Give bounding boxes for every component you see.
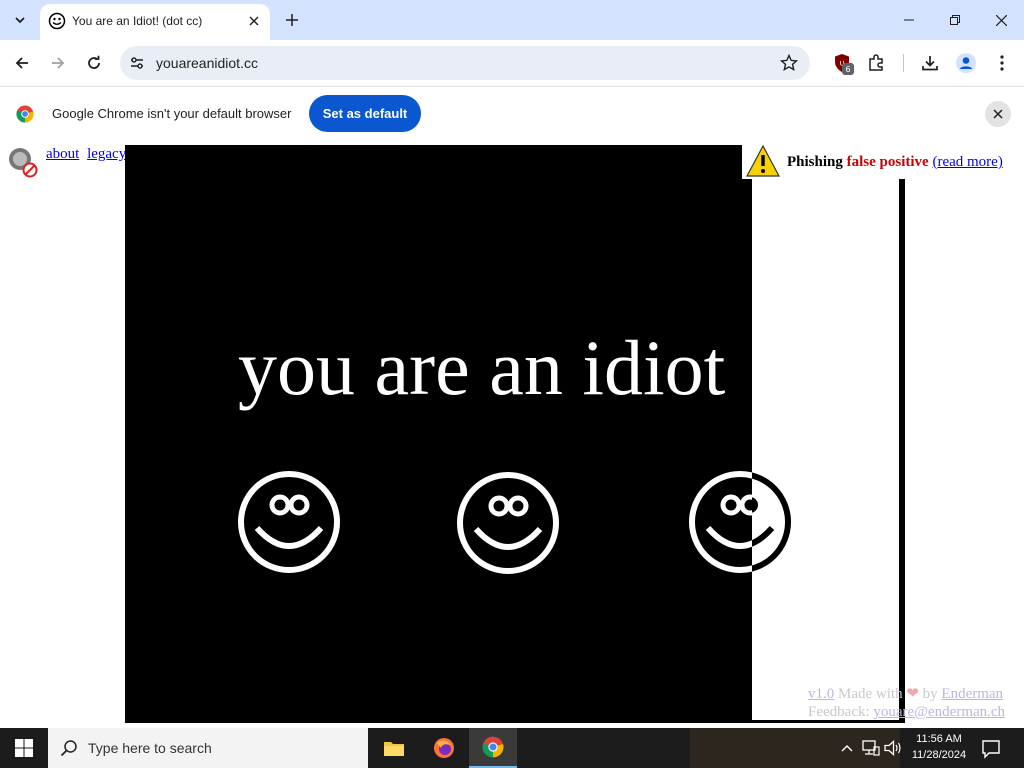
tab-active[interactable]: You are an Idiot! (dot cc) (40, 4, 270, 40)
bookmark-star-icon[interactable] (780, 54, 798, 72)
author-link[interactable]: Enderman (941, 686, 1003, 702)
smiley-face-icon (238, 471, 340, 573)
volume-button[interactable] (883, 738, 903, 758)
toolbar-separator (903, 54, 904, 72)
version-link[interactable]: v1.0 (808, 686, 834, 702)
clock-time: 11:56 AM (916, 733, 962, 745)
close-icon (249, 16, 259, 26)
heart-icon: ❤ (906, 686, 919, 702)
start-button[interactable] (0, 728, 48, 768)
extensions-button[interactable] (864, 51, 888, 75)
forward-button[interactable] (46, 51, 70, 75)
tab-title: You are an Idiot! (dot cc) (72, 14, 203, 28)
close-icon (993, 109, 1003, 119)
default-browser-infobar: Google Chrome isn't your default browser… (0, 86, 1024, 141)
credit-footer: v1.0 Made with ❤ by Enderman Feedback: y… (808, 685, 1005, 721)
feedback-label: Feedback: (808, 704, 870, 720)
tune-icon (131, 57, 143, 69)
firefox-taskbar-button[interactable] (420, 728, 468, 768)
minimize-icon (904, 19, 914, 21)
smiley-face-icon (689, 471, 791, 573)
ublock-extension-button[interactable]: u 6 (830, 51, 854, 75)
windows-taskbar: Type here to search 11:56 AM 11/28/2024 (0, 728, 1024, 768)
url-text: youareanidiot.cc (156, 55, 258, 71)
site-info-button[interactable] (128, 54, 146, 72)
phishing-label: Phishing (787, 154, 843, 170)
feedback-email-link[interactable]: youare@enderman.ch (873, 704, 1005, 720)
warning-icon (746, 145, 780, 177)
browser-toolbar: youareanidiot.cc u 6 (0, 40, 1024, 86)
clock-date: 11/28/2024 (911, 749, 967, 761)
notification-icon[interactable] (980, 738, 1002, 760)
speaker-icon (884, 740, 901, 756)
chevron-down-icon (15, 17, 25, 24)
avatar-icon (956, 53, 976, 73)
kebab-menu-icon (1000, 55, 1004, 71)
arrow-left-icon (15, 57, 28, 69)
headline: you are an idiot (238, 324, 726, 411)
windows-logo-icon (15, 739, 33, 757)
tray-overflow-button[interactable] (837, 738, 857, 758)
restore-button[interactable] (932, 4, 978, 36)
minimize-button[interactable] (886, 4, 932, 36)
false-positive-label: false positive (846, 154, 929, 170)
smiley-favicon-icon (48, 12, 66, 30)
infobar-close-button[interactable] (985, 101, 1011, 127)
search-placeholder: Type here to search (88, 740, 212, 756)
popup-window-edge (899, 178, 905, 723)
profile-button[interactable] (954, 51, 978, 75)
site-logo-icon (9, 148, 38, 178)
close-icon (995, 14, 1007, 26)
legacy-link[interactable]: legacy (87, 146, 126, 162)
download-icon (922, 56, 938, 71)
read-more-link[interactable]: (read more) (932, 154, 1002, 170)
popup-window-black (125, 145, 752, 723)
downloads-button[interactable] (918, 51, 942, 75)
puzzle-icon (869, 54, 883, 71)
smiley-face-icon (457, 472, 559, 574)
new-tab-button[interactable] (280, 8, 304, 32)
back-button[interactable] (10, 51, 34, 75)
folder-icon (384, 742, 404, 756)
search-icon (60, 740, 77, 757)
set-as-default-button[interactable]: Set as default (309, 95, 421, 132)
made-with-text: Made with (838, 686, 903, 702)
tab-search-button[interactable] (8, 8, 32, 32)
chrome-icon (482, 736, 504, 758)
chevron-up-icon (841, 745, 853, 752)
tab-strip: You are an Idiot! (dot cc) (0, 0, 1024, 40)
menu-button[interactable] (990, 51, 1014, 75)
taskbar-clock[interactable]: 11:56 AM 11/28/2024 (905, 731, 973, 763)
plus-icon (286, 14, 298, 26)
reload-button[interactable] (82, 51, 106, 75)
file-explorer-taskbar-button[interactable] (370, 728, 418, 768)
network-button[interactable] (861, 738, 881, 758)
mascot-icon (1003, 141, 1023, 149)
chrome-logo-icon (16, 105, 34, 123)
by-text: by (922, 686, 938, 702)
tab-close-button[interactable] (245, 12, 263, 30)
web-page: about legacy safe Phishing false positiv… (0, 141, 1024, 728)
chrome-taskbar-button[interactable] (469, 728, 517, 768)
extension-badge: 6 (842, 63, 854, 75)
phishing-notice: Phishing false positive (read more) (742, 143, 1024, 179)
firefox-icon (434, 738, 454, 758)
taskbar-search-box[interactable]: Type here to search (48, 728, 368, 768)
reload-icon (88, 55, 100, 69)
close-window-button[interactable] (978, 4, 1024, 36)
infobar-message: Google Chrome isn't your default browser (52, 106, 292, 121)
restore-icon (950, 15, 960, 25)
address-bar[interactable]: youareanidiot.cc (120, 46, 810, 80)
about-link[interactable]: about (46, 146, 79, 162)
arrow-right-icon (52, 57, 65, 69)
network-icon (862, 740, 880, 756)
